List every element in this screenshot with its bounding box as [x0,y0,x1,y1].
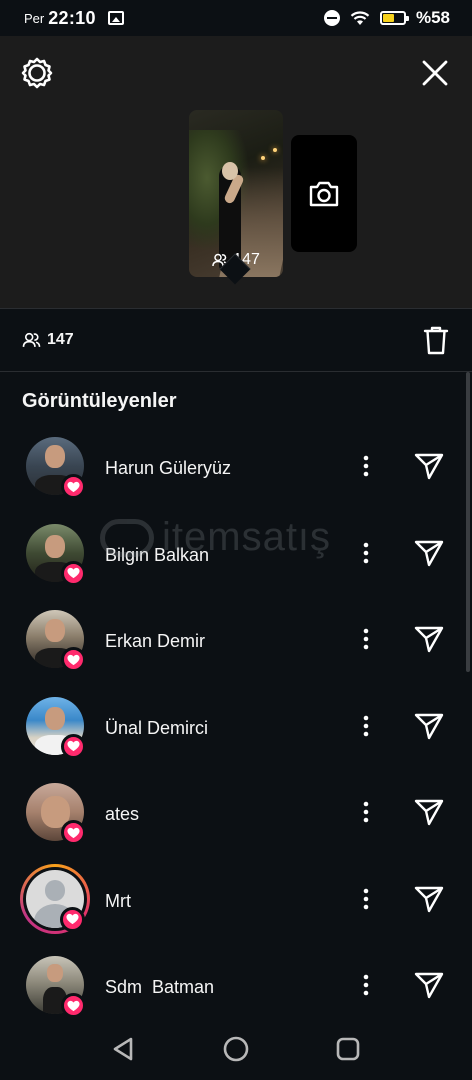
add-story-camera-button[interactable] [291,135,357,252]
send-message-button[interactable] [412,450,446,482]
avatar-face [47,964,63,982]
viewer-name[interactable]: Sdm Batman [105,977,214,998]
home-circle-icon [223,1036,249,1062]
like-heart-badge [61,733,86,759]
viewer-row[interactable]: Bilgin Balkan [0,517,472,604]
section-title: Görüntüleyenler [22,390,177,412]
heart-icon [67,740,80,752]
avatar-face [45,445,65,469]
send-message-button[interactable] [412,883,446,915]
story-thumbnail[interactable]: 147 [189,110,283,277]
send-icon [414,972,444,999]
status-bar: Per 22:10 %58 [0,0,472,36]
viewer-row[interactable]: Erkan Demir [0,603,472,690]
delete-story-button[interactable] [422,324,450,356]
nav-home-button[interactable] [221,1034,251,1064]
heart-icon [67,654,80,665]
status-day: Per [24,10,45,26]
viewer-count: 147 [22,331,74,349]
more-options-button[interactable] [356,539,376,567]
heart-icon [67,1000,80,1011]
more-options-button[interactable] [356,971,376,999]
wifi-icon [350,11,370,25]
send-icon [414,799,444,826]
heart-icon [67,481,80,492]
close-button[interactable] [420,56,450,90]
more-options-button[interactable] [356,885,376,913]
battery-icon [379,11,409,25]
close-icon [422,60,448,86]
viewer-name[interactable]: Ünal Demirci [105,718,208,739]
heart-icon [67,567,80,579]
avatar-face [45,619,65,643]
status-icons: %58 [323,8,450,28]
send-message-button[interactable] [412,623,446,655]
viewer-name[interactable]: Bilgin Balkan [105,545,209,566]
settings-gear-icon [21,57,53,89]
avatar-face [45,535,65,559]
more-vertical-icon [363,801,369,823]
settings-button[interactable] [20,56,54,90]
trash-icon [423,326,449,355]
viewer-name[interactable]: Harun Güleryüz [105,458,231,479]
send-icon [414,886,444,912]
viewer-name[interactable]: Mrt [105,891,131,912]
more-vertical-icon [363,715,369,736]
list-scrollbar[interactable] [466,372,470,672]
send-message-button[interactable] [412,537,446,569]
more-vertical-icon [363,542,369,563]
nav-recents-button[interactable] [333,1034,363,1064]
status-time: 22:10 [48,7,96,28]
send-message-button[interactable] [412,969,446,1001]
send-icon [414,453,444,480]
story-head [222,162,238,180]
viewer-name[interactable]: Erkan Demir [105,631,205,652]
like-heart-badge [60,906,85,932]
camera-icon [309,181,339,206]
battery-percent: %58 [415,8,450,27]
viewer-header: 147 [0,308,472,372]
like-heart-badge [61,647,86,672]
avatar-placeholder-head [44,879,66,901]
viewer-row[interactable]: Harun Güleryüz [0,430,472,517]
battery-fill [382,14,394,22]
heart-icon [66,913,79,925]
more-options-button[interactable] [356,798,376,826]
like-heart-badge [61,474,86,499]
story-lamp [273,148,277,152]
more-vertical-icon [363,628,369,650]
system-navigation-bar [0,1016,472,1080]
like-heart-badge [61,820,86,845]
recents-square-icon [336,1037,360,1061]
viewer-name[interactable]: ates [105,804,139,825]
like-heart-badge [61,560,86,586]
send-icon [414,626,444,653]
viewer-row[interactable]: Mrt [0,863,472,950]
nav-back-button[interactable] [108,1034,138,1064]
viewer-list: Harun Güleryüz Bilgin Balkan Erkan Demir… [0,430,472,1036]
viewer-row[interactable]: Ünal Demirci [0,690,472,777]
avatar-face [45,706,65,731]
back-triangle-icon [113,1037,133,1061]
story-lamp [261,156,265,160]
gallery-notification-icon [107,11,124,25]
viewer-row[interactable]: ates [0,776,472,863]
heart-icon [67,827,80,838]
more-vertical-icon [363,888,369,909]
send-message-button[interactable] [412,710,446,742]
more-vertical-icon [363,455,369,477]
send-message-button[interactable] [412,796,446,828]
viewers-icon [22,332,41,347]
more-vertical-icon [363,974,369,996]
like-heart-badge [61,993,86,1018]
more-options-button[interactable] [356,712,376,740]
send-icon [414,540,444,566]
send-icon [414,713,444,739]
do-not-disturb-icon [323,10,340,26]
more-options-button[interactable] [356,452,376,480]
more-options-button[interactable] [356,625,376,653]
viewer-count-text: 147 [47,331,74,348]
